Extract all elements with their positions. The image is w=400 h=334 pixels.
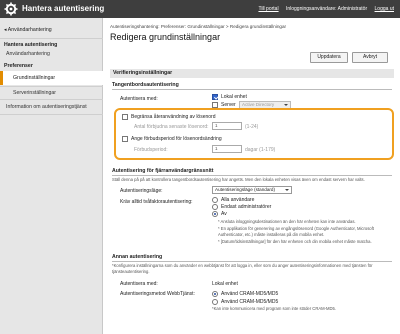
- breadcrumb: Autentiseringshantering: Preferenser: Gr…: [110, 24, 287, 29]
- auth-mode-select[interactable]: Autentiseringsläge (standard): [212, 186, 292, 194]
- server-select-value: Active Directory: [242, 102, 275, 107]
- other-auth-heading: Annan autentisering: [112, 254, 163, 260]
- top-links: Till portal Inloggningsanvändare: Admini…: [252, 6, 394, 12]
- sidebar: ◂ Användarhantering Hantera autentiserin…: [0, 18, 103, 334]
- remote-description: Ställ denna på på att kontrollera tangen…: [112, 177, 365, 182]
- sidebar-item-basic-settings[interactable]: Grundinställningar: [0, 71, 103, 85]
- verification-settings-header: Verifieringsinställningar: [110, 69, 394, 78]
- cram-md5-radio-2[interactable]: [212, 299, 218, 305]
- divider: [112, 175, 392, 176]
- top-bar: Hantera autentisering Till portal Inlogg…: [0, 0, 400, 18]
- forbidden-count-range: (1-24): [245, 124, 259, 130]
- cram-md5-label-2: Använd CRAM-MD5/MD5: [221, 299, 279, 305]
- cancel-button[interactable]: Avbryt: [352, 52, 388, 63]
- back-link-label: Användarhantering: [7, 27, 52, 33]
- sidebar-item-server-settings[interactable]: Serverinställningar: [13, 90, 116, 96]
- sidebar-divider: [0, 114, 103, 115]
- app-title: Hantera autentisering: [22, 4, 105, 13]
- remote-ui-auth-heading: Autentisering för fjärranvändargränssnit…: [112, 168, 214, 174]
- divider: [112, 89, 392, 90]
- main-content: Autentiseringshantering: Preferenser: Gr…: [108, 18, 398, 334]
- twofactor-admin-label: Endast administratörer: [221, 204, 272, 210]
- twofactor-note-1: * Ansluta inloggningsdestinationen än de…: [218, 219, 356, 224]
- sidebar-divider: [0, 86, 103, 87]
- sidebar-section-heading: Hantera autentisering: [4, 42, 58, 48]
- ban-period-unit: dagar (1-179): [245, 147, 276, 153]
- auth-mode-label: Autentiseringsläge:: [120, 188, 163, 194]
- cram-md5-label-1: Använd CRAM-MD5/MD5: [221, 291, 279, 297]
- forbidden-count-input[interactable]: 1: [212, 122, 242, 130]
- keyboard-auth-heading: Tangentbordsautentisering: [112, 82, 179, 88]
- chevron-down-icon: [284, 104, 288, 106]
- gear-icon: [4, 2, 18, 16]
- twofactor-all-users-label: Alla användare: [221, 197, 255, 203]
- chevron-down-icon: [285, 189, 289, 191]
- other-auth-with-value: Lokal enhet: [212, 281, 238, 287]
- login-user-label: Inloggningsanvändare: Administratör: [285, 6, 368, 12]
- divider: [112, 261, 392, 262]
- portal-link[interactable]: Till portal: [258, 6, 278, 12]
- limit-reuse-checkbox[interactable]: [122, 114, 128, 120]
- local-device-label: Lokal enhet: [221, 94, 247, 100]
- logout-link[interactable]: Logga ut: [375, 6, 394, 12]
- two-factor-label: Kräv alltid tvåfaktorautentisering:: [120, 199, 193, 205]
- other-description: *Konfigurera inställningarna som du anvä…: [112, 263, 373, 274]
- ban-period-label-main: Ange förbudsperiod för lösenordsändring: [131, 136, 222, 142]
- twofactor-note-2: * En applikation för generering av engån…: [218, 226, 374, 237]
- sidebar-item-auth-service-info[interactable]: Information om autentiseringstjänst: [6, 104, 109, 110]
- twofactor-all-users-radio[interactable]: [212, 197, 218, 203]
- page-title: Redigera grundinställningar: [110, 32, 221, 42]
- twofactor-admin-radio[interactable]: [212, 204, 218, 210]
- other-auth-with-label: Autentisera med:: [120, 281, 158, 287]
- sidebar-divider: [0, 99, 103, 100]
- sidebar-section-preferences: Preferenser: [4, 63, 33, 69]
- auth-with-label: Autentisera med:: [120, 96, 158, 102]
- twofactor-off-label: Av: [221, 211, 227, 217]
- local-device-checkbox[interactable]: [212, 94, 218, 100]
- back-link[interactable]: ◂ Användarhantering: [4, 27, 107, 33]
- twofactor-off-radio[interactable]: [212, 211, 218, 217]
- cram-md5-note: *Kan inte kommunicera med program som in…: [212, 306, 337, 311]
- auth-mode-value: Autentiseringsläge (standard): [215, 187, 276, 192]
- update-button[interactable]: Uppdatera: [310, 52, 348, 63]
- limit-reuse-label: Begränsa återanvändning av lösenord: [131, 114, 216, 120]
- twofactor-note-3: * [Datum/tidsinställningar] för den här …: [218, 239, 372, 244]
- ban-period-input[interactable]: 1: [212, 145, 242, 153]
- webservice-auth-label: Autentiseringsmetod WebbTjänst:: [120, 291, 195, 297]
- sidebar-item-user-management[interactable]: Användarhantering: [6, 51, 109, 57]
- cram-md5-radio-1[interactable]: [212, 291, 218, 297]
- sidebar-divider: [0, 38, 103, 39]
- ban-period-label: Förbudsperiod:: [134, 147, 168, 153]
- ban-period-checkbox[interactable]: [122, 136, 128, 142]
- forbidden-count-label: Antal förbjudna senaste lösenord:: [134, 124, 209, 130]
